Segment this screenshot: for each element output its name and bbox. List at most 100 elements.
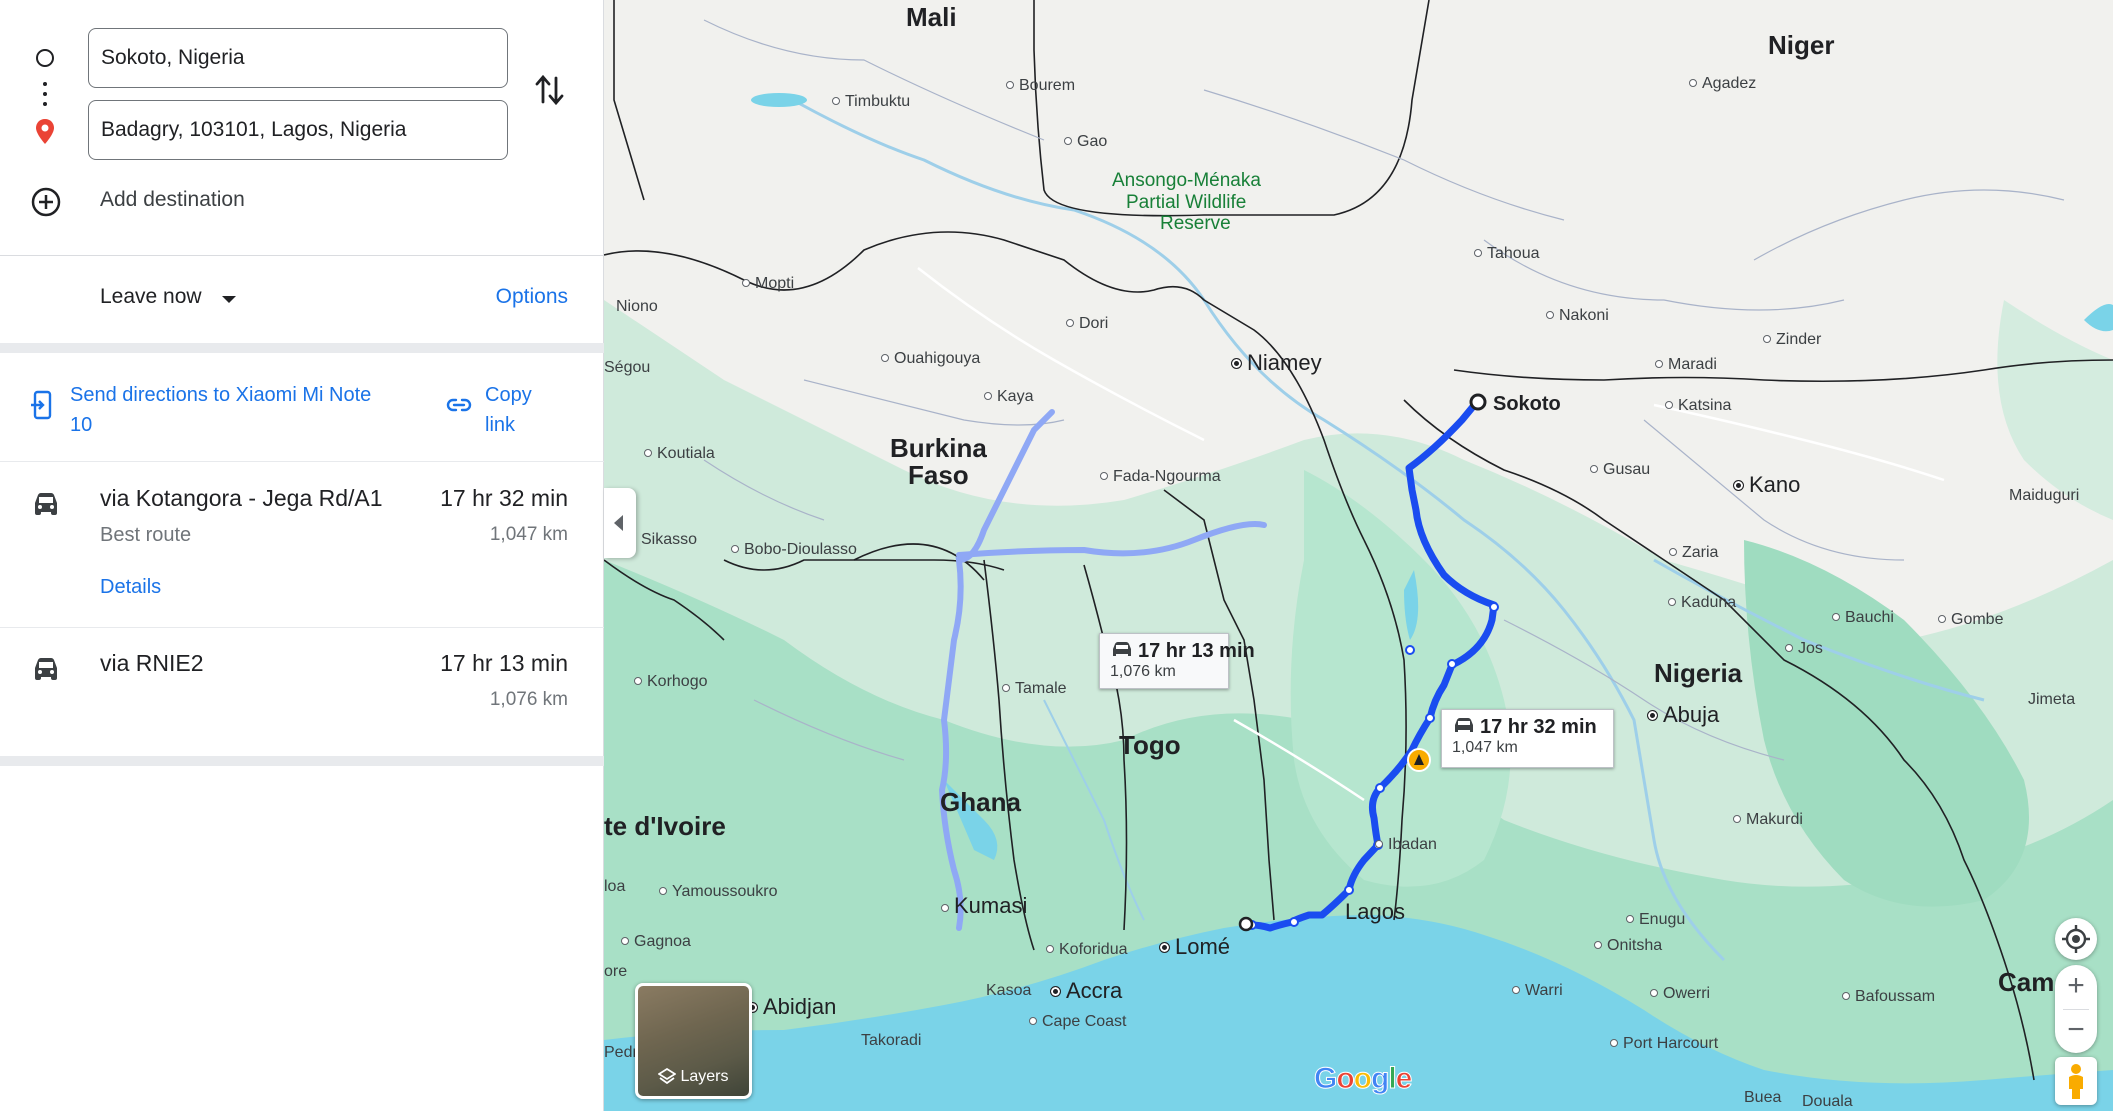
route-duration: 17 hr 13 min [440, 650, 568, 676]
city-label: Ouahigouya [881, 350, 980, 368]
city-label: Gusau [1590, 461, 1650, 479]
city-label: Koforidua [1046, 941, 1128, 959]
city-label: Onitsha [1594, 937, 1662, 955]
callout-distance: 1,047 km [1452, 739, 1518, 756]
city-label: Sikasso [641, 531, 698, 548]
city-label: Tamale [1002, 680, 1067, 698]
city-label: Niono [616, 298, 658, 315]
city-label: Douala [1802, 1093, 1853, 1110]
route-name: via RNIE2 [100, 650, 204, 676]
chevron-left-icon [614, 515, 623, 531]
city-label: Makurdi [1733, 811, 1803, 829]
city-label: Nakoni [1546, 307, 1609, 325]
city-label: Agadez [1689, 75, 1756, 93]
city-label: Abuja [1647, 702, 1719, 728]
map-canvas[interactable]: Mali Niger Burkina Faso Togo Ghana Niger… [604, 0, 2113, 1111]
city-label: Kano [1733, 472, 1800, 498]
add-destination-button[interactable]: Add destination [100, 188, 245, 212]
origin-input[interactable]: Sokoto, Nigeria [88, 28, 508, 88]
layers-icon [658, 1068, 677, 1084]
callout-time-text: 17 hr 32 min [1480, 716, 1597, 738]
country-label: Ghana [940, 787, 1021, 817]
zoom-in-button[interactable]: + [2055, 965, 2097, 1009]
city-label: Jimeta [2028, 691, 2076, 708]
route-name: via Kotangora - Jega Rd/A1 [100, 485, 383, 511]
logo-letter: o [1353, 1062, 1372, 1096]
route-details-link[interactable]: Details [100, 576, 161, 599]
section-divider [0, 756, 604, 766]
route-option-alt[interactable]: via RNIE2 17 hr 13 min 1,076 km [0, 629, 604, 759]
city-label: Bourem [1006, 77, 1075, 95]
options-button[interactable]: Options [496, 285, 568, 309]
city-label: Maiduguri [2009, 487, 2080, 504]
city-label: Jos [1785, 640, 1823, 658]
car-icon [35, 493, 57, 515]
street-view-pegman[interactable] [2055, 1057, 2097, 1105]
city-label: Tahoua [1474, 245, 1540, 263]
country-label: Faso [908, 460, 969, 490]
country-label: Nigeria [1654, 658, 1743, 688]
leave-now-dropdown[interactable]: Leave now [100, 285, 202, 309]
origin-label: Sokoto [1493, 393, 1561, 415]
copy-link-button[interactable]: Copy link [485, 380, 565, 440]
route-duration: 17 hr 32 min [440, 485, 568, 511]
city-label: Zaria [1669, 544, 1718, 562]
city-label: Buea [1744, 1089, 1782, 1106]
dots-icon [43, 92, 47, 96]
best-route-callout[interactable]: 17 hr 32 min 1,047 km [1441, 709, 1614, 768]
send-to-device-icon [31, 390, 52, 420]
country-label: te d'Ivoire [604, 811, 726, 841]
reserve-label: Reserve [1160, 213, 1231, 234]
layers-button[interactable]: Layers [635, 983, 752, 1099]
add-destination-icon[interactable] [30, 186, 62, 218]
destination-pin-icon [36, 119, 54, 144]
country-label: Togo [1119, 730, 1181, 760]
collapse-panel-button[interactable] [604, 488, 636, 558]
city-label: Gagnoa [621, 933, 691, 951]
city-label: Abidjan [747, 994, 836, 1020]
city-label: Bobo-Dioulasso [731, 541, 857, 559]
route-distance: 1,047 km [489, 524, 568, 545]
send-directions-link[interactable]: Send directions to Xiaomi Mi Note 10 [70, 380, 390, 440]
city-label: Fada-Ngourma [1100, 468, 1221, 486]
city-label: Dori [1066, 315, 1108, 333]
city-label: Kasoa [986, 982, 1032, 999]
car-icon [1113, 642, 1131, 656]
destination-input[interactable]: Badagry, 103101, Lagos, Nigeria [88, 100, 508, 160]
city-label: Ibadan [1375, 836, 1437, 854]
logo-letter: G [1313, 1062, 1337, 1096]
zoom-controls: + − [2055, 965, 2097, 1053]
city-label: Niamey [1231, 350, 1322, 376]
layers-text: Layers [680, 1068, 729, 1085]
city-label: Lomé [1159, 934, 1230, 960]
city-label: Gombe [1938, 611, 2003, 629]
logo-letter: e [1395, 1062, 1413, 1096]
city-label: Cape Coast [1029, 1013, 1127, 1031]
crosshair-icon [2062, 925, 2090, 953]
google-logo: Google [1313, 1062, 1413, 1096]
my-location-button[interactable] [2055, 918, 2097, 960]
swap-icon[interactable] [534, 72, 566, 108]
logo-letter: l [1388, 1062, 1397, 1096]
reserve-label: Ansongo-Ménaka [1112, 170, 1261, 191]
city-label: Timbuktu [832, 93, 910, 111]
zoom-out-button[interactable]: − [2055, 1009, 2097, 1053]
city-label: Zinder [1763, 331, 1821, 349]
city-label: Ségou [604, 359, 651, 376]
city-label: Mopti [742, 275, 794, 293]
route-subtitle: Best route [100, 524, 192, 546]
share-row: Send directions to Xiaomi Mi Note 10 Cop… [0, 354, 604, 462]
car-icon [35, 658, 57, 680]
city-label: Bauchi [1832, 609, 1894, 627]
reserve-label: Partial Wildlife [1126, 192, 1247, 213]
route-option-best[interactable]: via Kotangora - Jega Rd/A1 17 hr 32 min … [0, 463, 604, 628]
destination-area-label: Lagos [1345, 899, 1405, 924]
city-label: Takoradi [861, 1032, 922, 1049]
alt-route-callout[interactable]: 17 hr 13 min 1,076 km [1099, 633, 1255, 689]
callout-distance: 1,076 km [1110, 663, 1176, 680]
city-label: Koutiala [644, 445, 715, 463]
city-label: Katsina [1665, 397, 1731, 415]
city-label: Port Harcourt [1610, 1035, 1718, 1053]
callout-time-text: 17 hr 13 min [1138, 640, 1255, 662]
city-label: Kaduna [1668, 594, 1736, 612]
